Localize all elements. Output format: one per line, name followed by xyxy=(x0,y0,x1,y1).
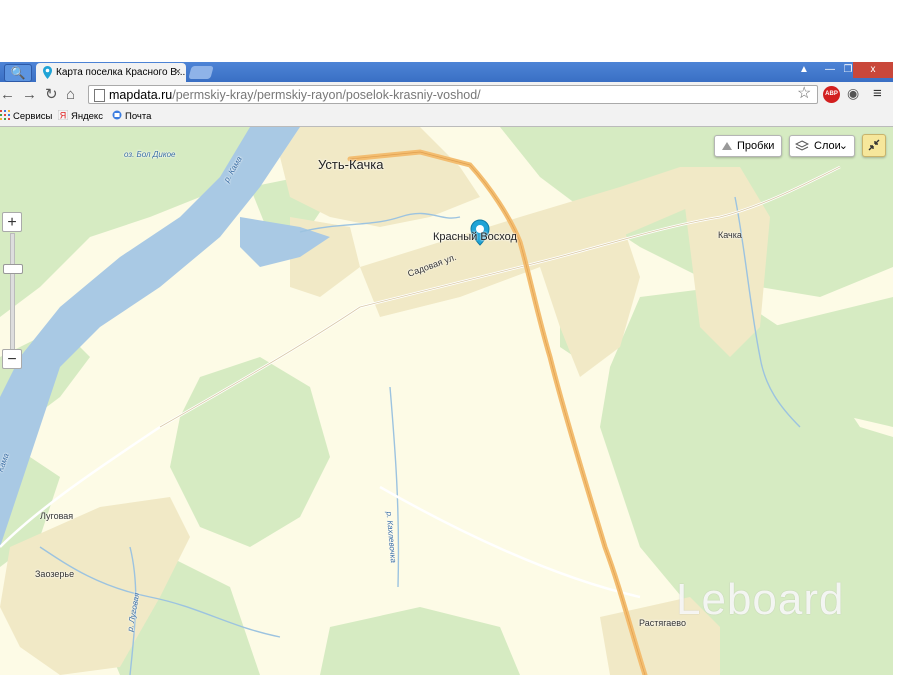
yandex-icon: Я xyxy=(57,109,69,121)
user-button[interactable]: ▲ xyxy=(792,62,816,78)
layers-label: Слои xyxy=(814,140,841,152)
tab-strip: 🔍 Карта поселка Красного В... × ▲ — ❐ x xyxy=(0,62,893,82)
new-tab-button[interactable] xyxy=(188,66,214,79)
chevron-down-icon: ⌄ xyxy=(838,140,848,152)
page-icon xyxy=(94,89,105,102)
bookmark-services[interactable]: Сервисы xyxy=(0,108,52,126)
bookmark-label: Почта xyxy=(125,111,152,122)
url-host: mapdata.ru xyxy=(109,88,173,102)
apps-grid-icon xyxy=(0,109,10,120)
eye-extension-icon[interactable]: ◉ xyxy=(847,85,859,102)
browser-tab[interactable]: Карта поселка Красного В... × xyxy=(36,63,186,82)
tab-close-icon[interactable]: × xyxy=(175,63,181,82)
tab-title: Карта поселка Красного В... xyxy=(56,67,186,78)
reload-icon[interactable]: ↻ xyxy=(45,86,58,104)
back-icon[interactable]: ← xyxy=(0,86,15,104)
browser-window: 🔍 Карта поселка Красного В... × ▲ — ❐ x … xyxy=(0,62,893,675)
lake-label: оз. Бол Дикое xyxy=(124,150,176,159)
zoom-slider-handle[interactable] xyxy=(3,264,23,274)
place-label-krasny-voshod: Красный Восход xyxy=(433,231,517,243)
menu-icon[interactable]: ≡ xyxy=(873,85,882,102)
address-bar[interactable]: mapdata.ru/permskiy-kray/permskiy-rayon/… xyxy=(88,85,818,104)
zoom-out-button[interactable]: − xyxy=(2,349,22,369)
url-path: /permskiy-kray/permskiy-rayon/poselok-kr… xyxy=(172,88,481,102)
map-pin-favicon-icon xyxy=(43,66,52,82)
mail-icon xyxy=(112,109,122,120)
map-view[interactable]: Усть-Качка Красный Восход Качка Луговая … xyxy=(0,127,893,675)
traffic-label: Пробки xyxy=(737,140,775,152)
layers-button[interactable]: Слои ⌄ xyxy=(789,135,855,157)
browser-toolbar: ← → ↻ ⌂ mapdata.ru/permskiy-kray/permski… xyxy=(0,82,893,109)
adblock-extension-icon[interactable]: ABP xyxy=(823,86,840,103)
svg-text:Я: Я xyxy=(60,111,67,121)
zoom-slider-track[interactable] xyxy=(10,233,15,359)
bookmarks-bar: Сервисы Я Яндекс Почта xyxy=(0,108,893,127)
bookmark-star-icon[interactable]: ☆ xyxy=(797,83,811,103)
watermark-logo: Leboard xyxy=(676,575,845,624)
bookmark-yandex[interactable]: Я Яндекс xyxy=(57,108,103,126)
forward-icon[interactable]: → xyxy=(22,86,37,104)
place-label-lugovaya: Луговая xyxy=(40,511,74,521)
search-tab-icon[interactable]: 🔍 xyxy=(4,64,32,82)
bookmark-mail[interactable]: Почта xyxy=(112,108,151,126)
bookmark-label: Сервисы xyxy=(13,111,53,122)
close-window-button[interactable]: x xyxy=(853,62,893,78)
place-label-zaozerye: Заозерье xyxy=(35,569,75,579)
bookmark-label: Яндекс xyxy=(71,111,103,122)
fullscreen-button[interactable] xyxy=(862,134,886,157)
place-label-ust-kachka: Усть-Качка xyxy=(318,157,384,172)
traffic-button[interactable]: Пробки xyxy=(714,135,782,157)
home-icon[interactable]: ⌂ xyxy=(66,86,75,104)
zoom-in-button[interactable]: + xyxy=(2,212,22,232)
place-label-kachka: Качка xyxy=(718,230,742,240)
